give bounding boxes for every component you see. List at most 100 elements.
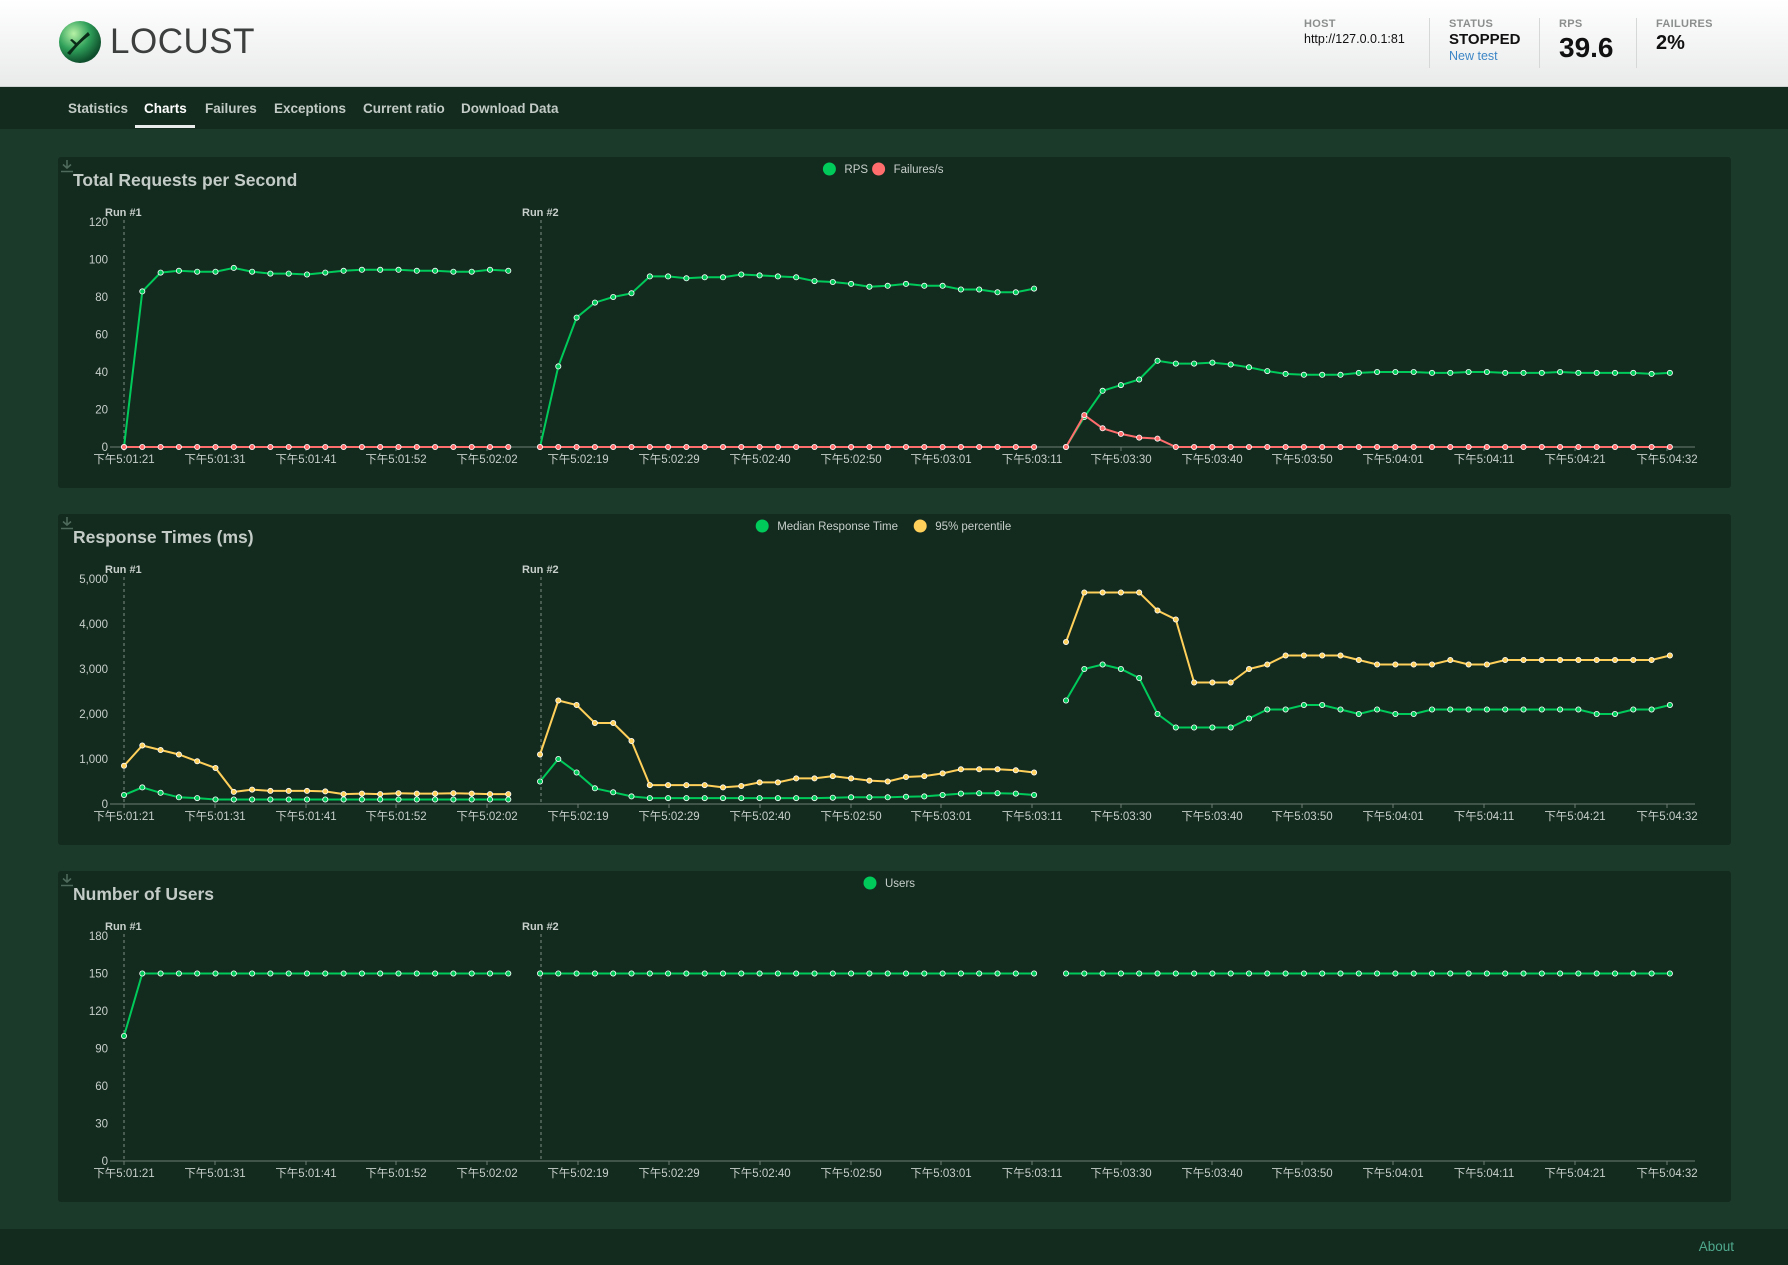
data-point [756, 779, 763, 786]
data-point [1355, 710, 1362, 717]
x-tick-label: 下午5:01:31 [184, 453, 245, 466]
data-point [1099, 387, 1106, 394]
new-test-link[interactable]: New test [1449, 49, 1520, 63]
data-point [1191, 970, 1198, 977]
data-point [1191, 679, 1198, 686]
data-point [1246, 443, 1253, 450]
legend-label: Failures/s [894, 164, 944, 176]
data-point [1612, 369, 1619, 376]
data-point [1209, 970, 1216, 977]
tab-download-data[interactable]: Download Data [461, 101, 559, 116]
data-point [1319, 443, 1326, 450]
data-point [1374, 368, 1381, 375]
series-line [123, 744, 509, 796]
data-point [1520, 369, 1527, 376]
data-point [884, 282, 891, 289]
x-tick-label: 下午5:02:50 [820, 1167, 881, 1180]
data-point [486, 970, 493, 977]
data-point [1429, 706, 1436, 713]
header-divider [1636, 18, 1637, 68]
data-point [720, 970, 727, 977]
data-point [939, 282, 946, 289]
data-point [1209, 443, 1216, 450]
y-tick-label: 90 [95, 1044, 108, 1056]
run-label: Run #2 [522, 564, 559, 576]
data-point [157, 970, 164, 977]
x-tick-label: 下午5:03:50 [1271, 1167, 1332, 1180]
data-point [486, 791, 493, 798]
data-point [1012, 443, 1019, 450]
data-point [1666, 369, 1673, 376]
data-point [157, 443, 164, 450]
tab-exceptions[interactable]: Exceptions [274, 101, 346, 116]
data-point [139, 443, 146, 450]
data-point [1012, 289, 1019, 296]
data-point [1337, 652, 1344, 659]
x-tick-label: 下午5:02:40 [729, 1167, 790, 1180]
data-point [774, 443, 781, 450]
data-point [866, 970, 873, 977]
tab-statistics[interactable]: Statistics [68, 101, 128, 116]
data-point [1246, 364, 1253, 371]
data-point [450, 796, 457, 803]
x-tick-label: 下午5:02:50 [820, 810, 881, 823]
data-point [1172, 616, 1179, 623]
data-point [1648, 970, 1655, 977]
data-point [1593, 710, 1600, 717]
locust-logo[interactable]: LOCUST [58, 20, 255, 64]
data-point [994, 766, 1001, 773]
data-point [756, 272, 763, 279]
data-point [303, 443, 310, 450]
data-point [157, 746, 164, 753]
data-point [432, 790, 439, 797]
failures-label: FAILURES [1656, 18, 1713, 30]
x-tick-label: 下午5:02:19 [547, 1167, 608, 1180]
x-tick-label: 下午5:04:21 [1544, 810, 1605, 823]
data-point [1502, 706, 1509, 713]
data-point [994, 790, 1001, 797]
tab-failures[interactable]: Failures [205, 101, 257, 116]
data-point [976, 790, 983, 797]
data-point [157, 269, 164, 276]
host-stat: HOST http://127.0.0.1:81 [1304, 18, 1405, 46]
data-point [1099, 425, 1106, 432]
data-point [646, 782, 653, 789]
data-point [939, 770, 946, 777]
data-point [267, 970, 274, 977]
data-point [848, 775, 855, 782]
x-tick-label: 下午5:02:29 [638, 810, 699, 823]
about-link[interactable]: About [1699, 1239, 1734, 1254]
data-point [976, 970, 983, 977]
y-tick-label: 150 [89, 969, 108, 981]
data-point [1465, 368, 1472, 375]
data-point [340, 443, 347, 450]
data-point [285, 443, 292, 450]
x-tick-label: 下午5:01:21 [93, 810, 154, 823]
data-point [395, 970, 402, 977]
data-point [303, 796, 310, 803]
data-point [1575, 656, 1582, 663]
data-point [1374, 443, 1381, 450]
tab-charts[interactable]: Charts [144, 101, 187, 116]
series-line [123, 972, 509, 1037]
data-point [939, 791, 946, 798]
data-point [628, 443, 635, 450]
failures-stat: FAILURES 2% [1656, 18, 1713, 55]
data-point [1154, 710, 1161, 717]
data-point [1099, 970, 1106, 977]
data-point [1575, 970, 1582, 977]
data-point [1392, 710, 1399, 717]
data-point [903, 443, 910, 450]
tab-current-ratio[interactable]: Current ratio [363, 101, 445, 116]
data-point [1264, 443, 1271, 450]
data-point [646, 273, 653, 280]
x-tick-label: 下午5:02:40 [729, 453, 790, 466]
data-point [1117, 382, 1124, 389]
data-point [1429, 661, 1436, 668]
data-point [903, 970, 910, 977]
x-tick-label: 下午5:01:52 [365, 810, 426, 823]
data-point [866, 443, 873, 450]
data-point [1172, 724, 1179, 731]
rps-stat: RPS 39.6 [1559, 18, 1614, 64]
run-label: Run #2 [522, 207, 559, 219]
